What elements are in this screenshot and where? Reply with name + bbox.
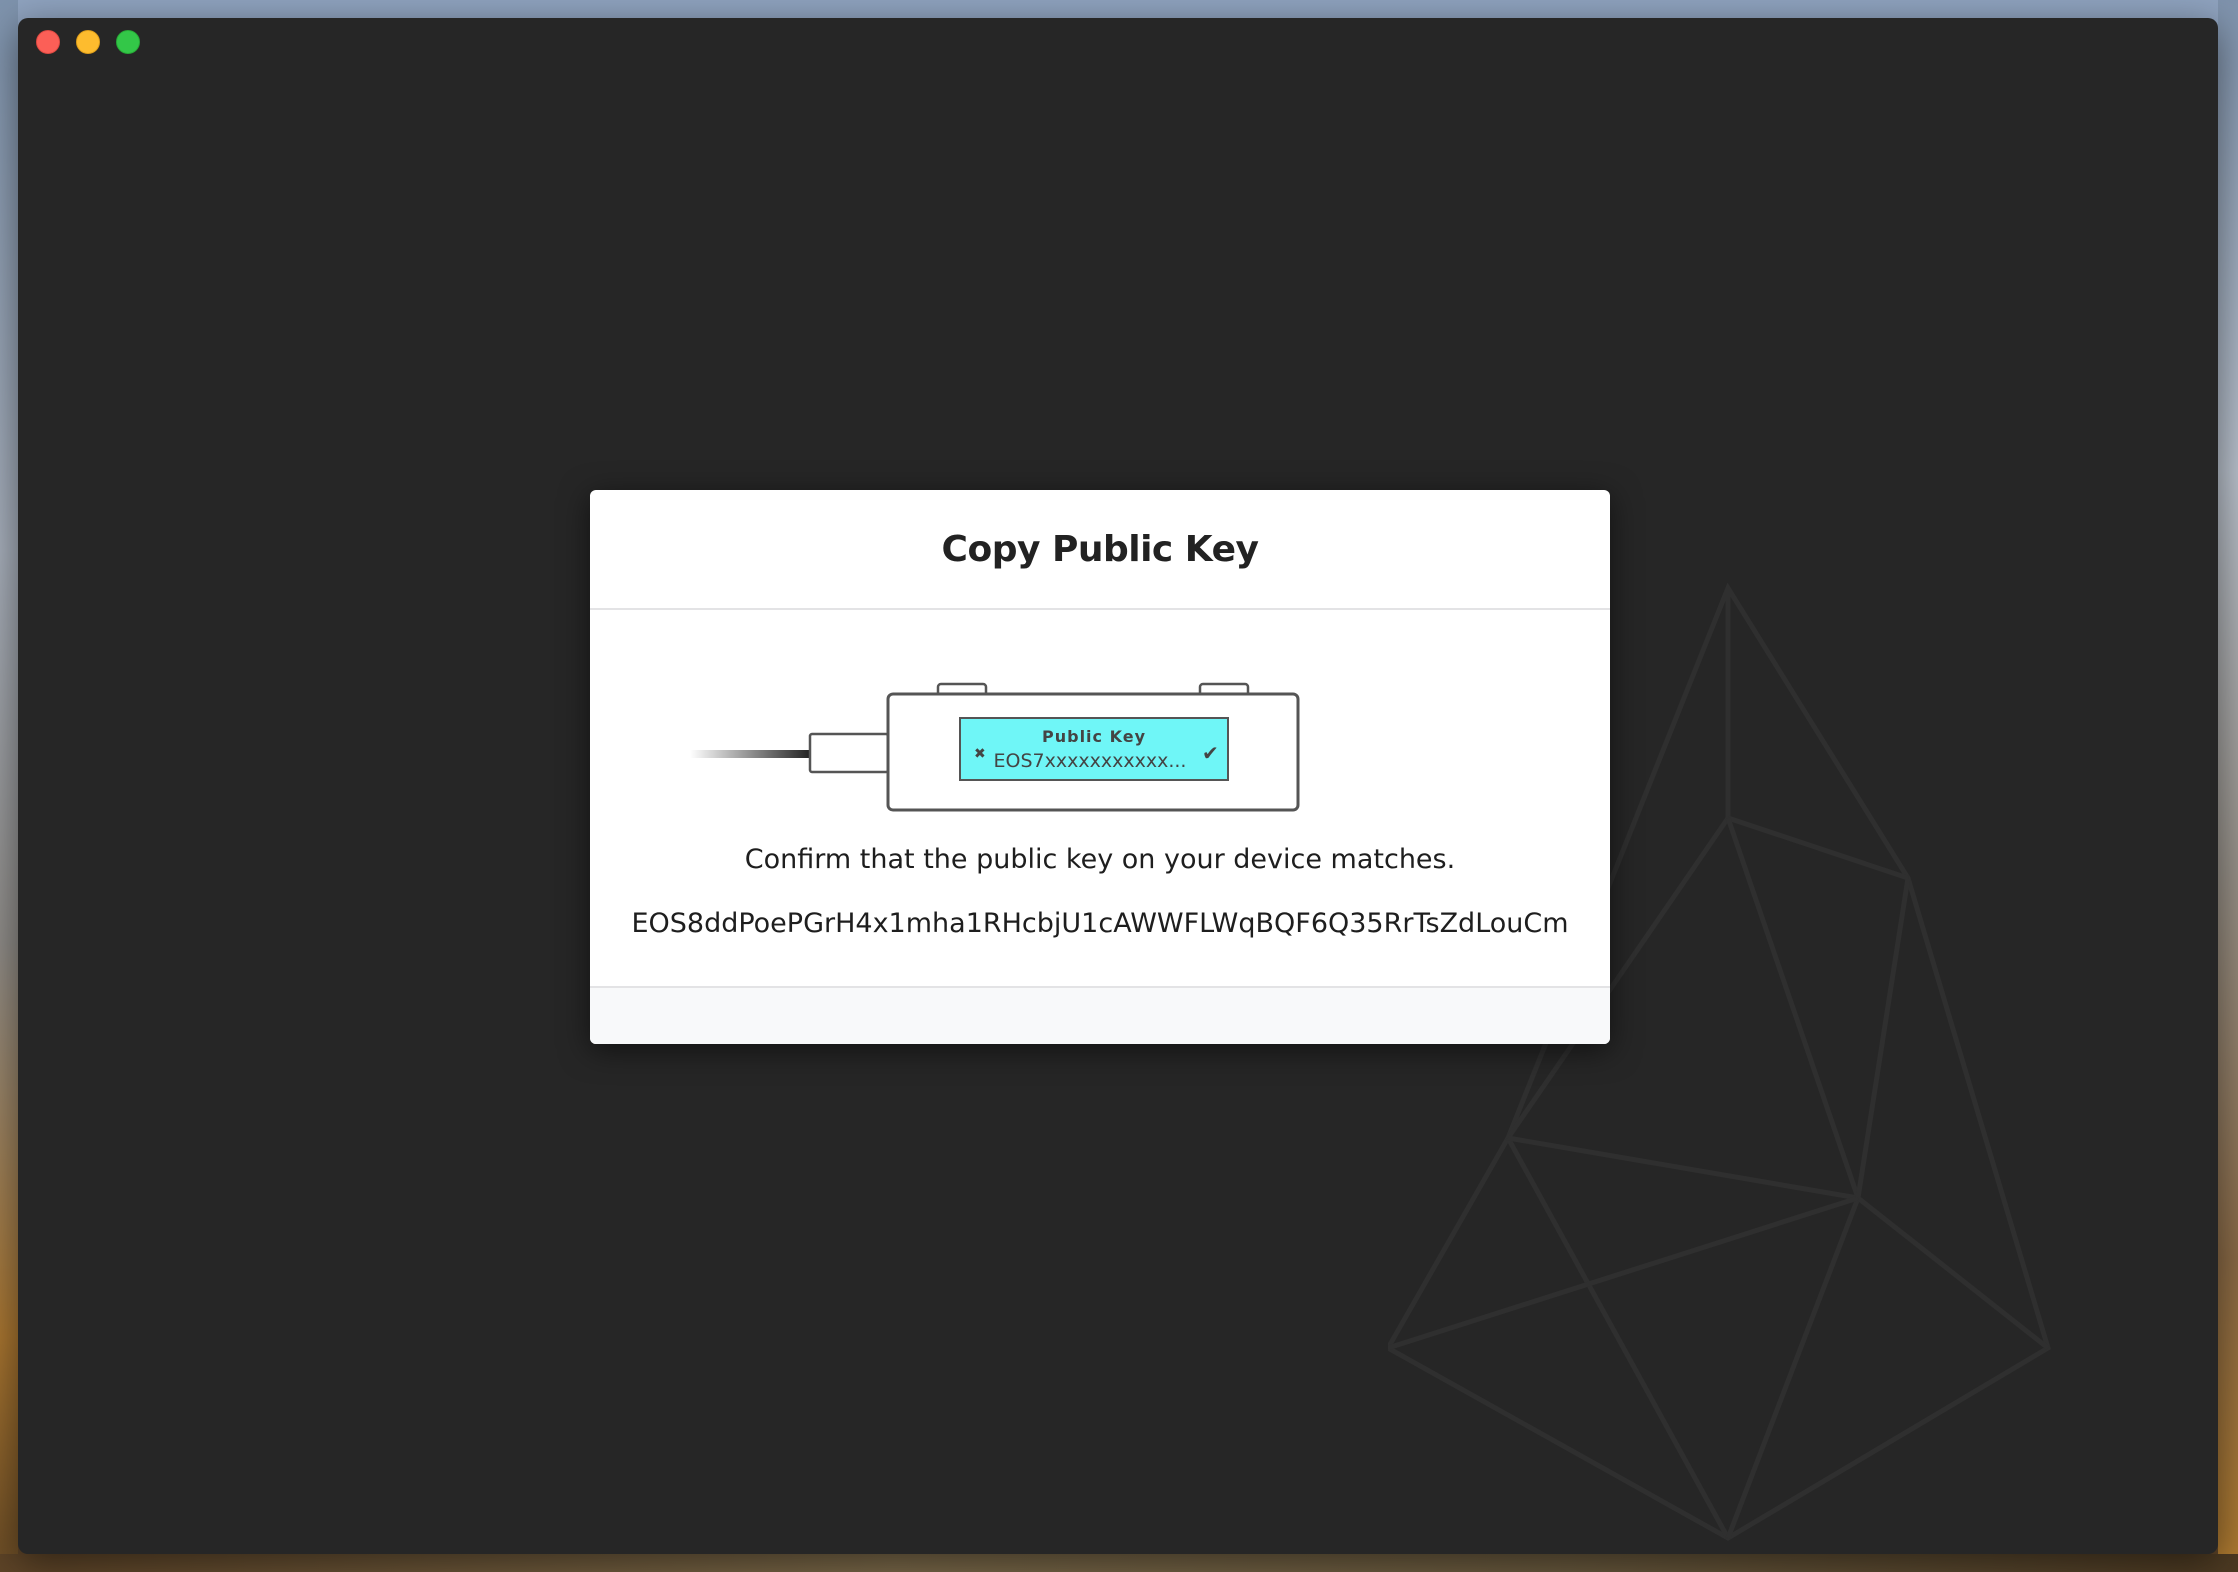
- device-screen-value: EOS7xxxxxxxxxxx...: [994, 750, 1187, 772]
- dialog-footer: [590, 986, 1610, 1044]
- maximize-window-button[interactable]: [116, 30, 140, 54]
- minimize-window-button[interactable]: [76, 30, 100, 54]
- ledger-device-illustration: ✖ Public Key EOS7xxxxxxxxxxx... ✔: [690, 682, 1300, 812]
- dialog-body: ✖ Public Key EOS7xxxxxxxxxxx... ✔ Confir…: [590, 610, 1610, 986]
- dialog-title: Copy Public Key: [941, 528, 1259, 570]
- device-accept-icon: ✔: [1202, 741, 1219, 765]
- public-key-value[interactable]: EOS8ddPoePGrH4x1mha1RHcbjU1cAWWFLWqBQF6Q…: [590, 908, 1610, 939]
- window-controls: [36, 30, 140, 54]
- close-window-button[interactable]: [36, 30, 60, 54]
- device-screen-title: Public Key: [1042, 727, 1146, 746]
- dialog-header: Copy Public Key: [590, 490, 1610, 610]
- usb-cable: [690, 750, 810, 758]
- confirm-message: Confirm that the public key on your devi…: [744, 844, 1456, 875]
- desktop-wallpaper-bottom: [0, 1554, 2238, 1572]
- desktop-wallpaper-left: [0, 0, 18, 1572]
- device-reject-icon: ✖: [974, 746, 986, 762]
- copy-public-key-dialog: Copy Public Key ✖ Public Key EOS7xxxxxxx…: [590, 490, 1610, 1044]
- desktop-wallpaper-right: [2218, 0, 2238, 1572]
- usb-connector: [808, 732, 890, 774]
